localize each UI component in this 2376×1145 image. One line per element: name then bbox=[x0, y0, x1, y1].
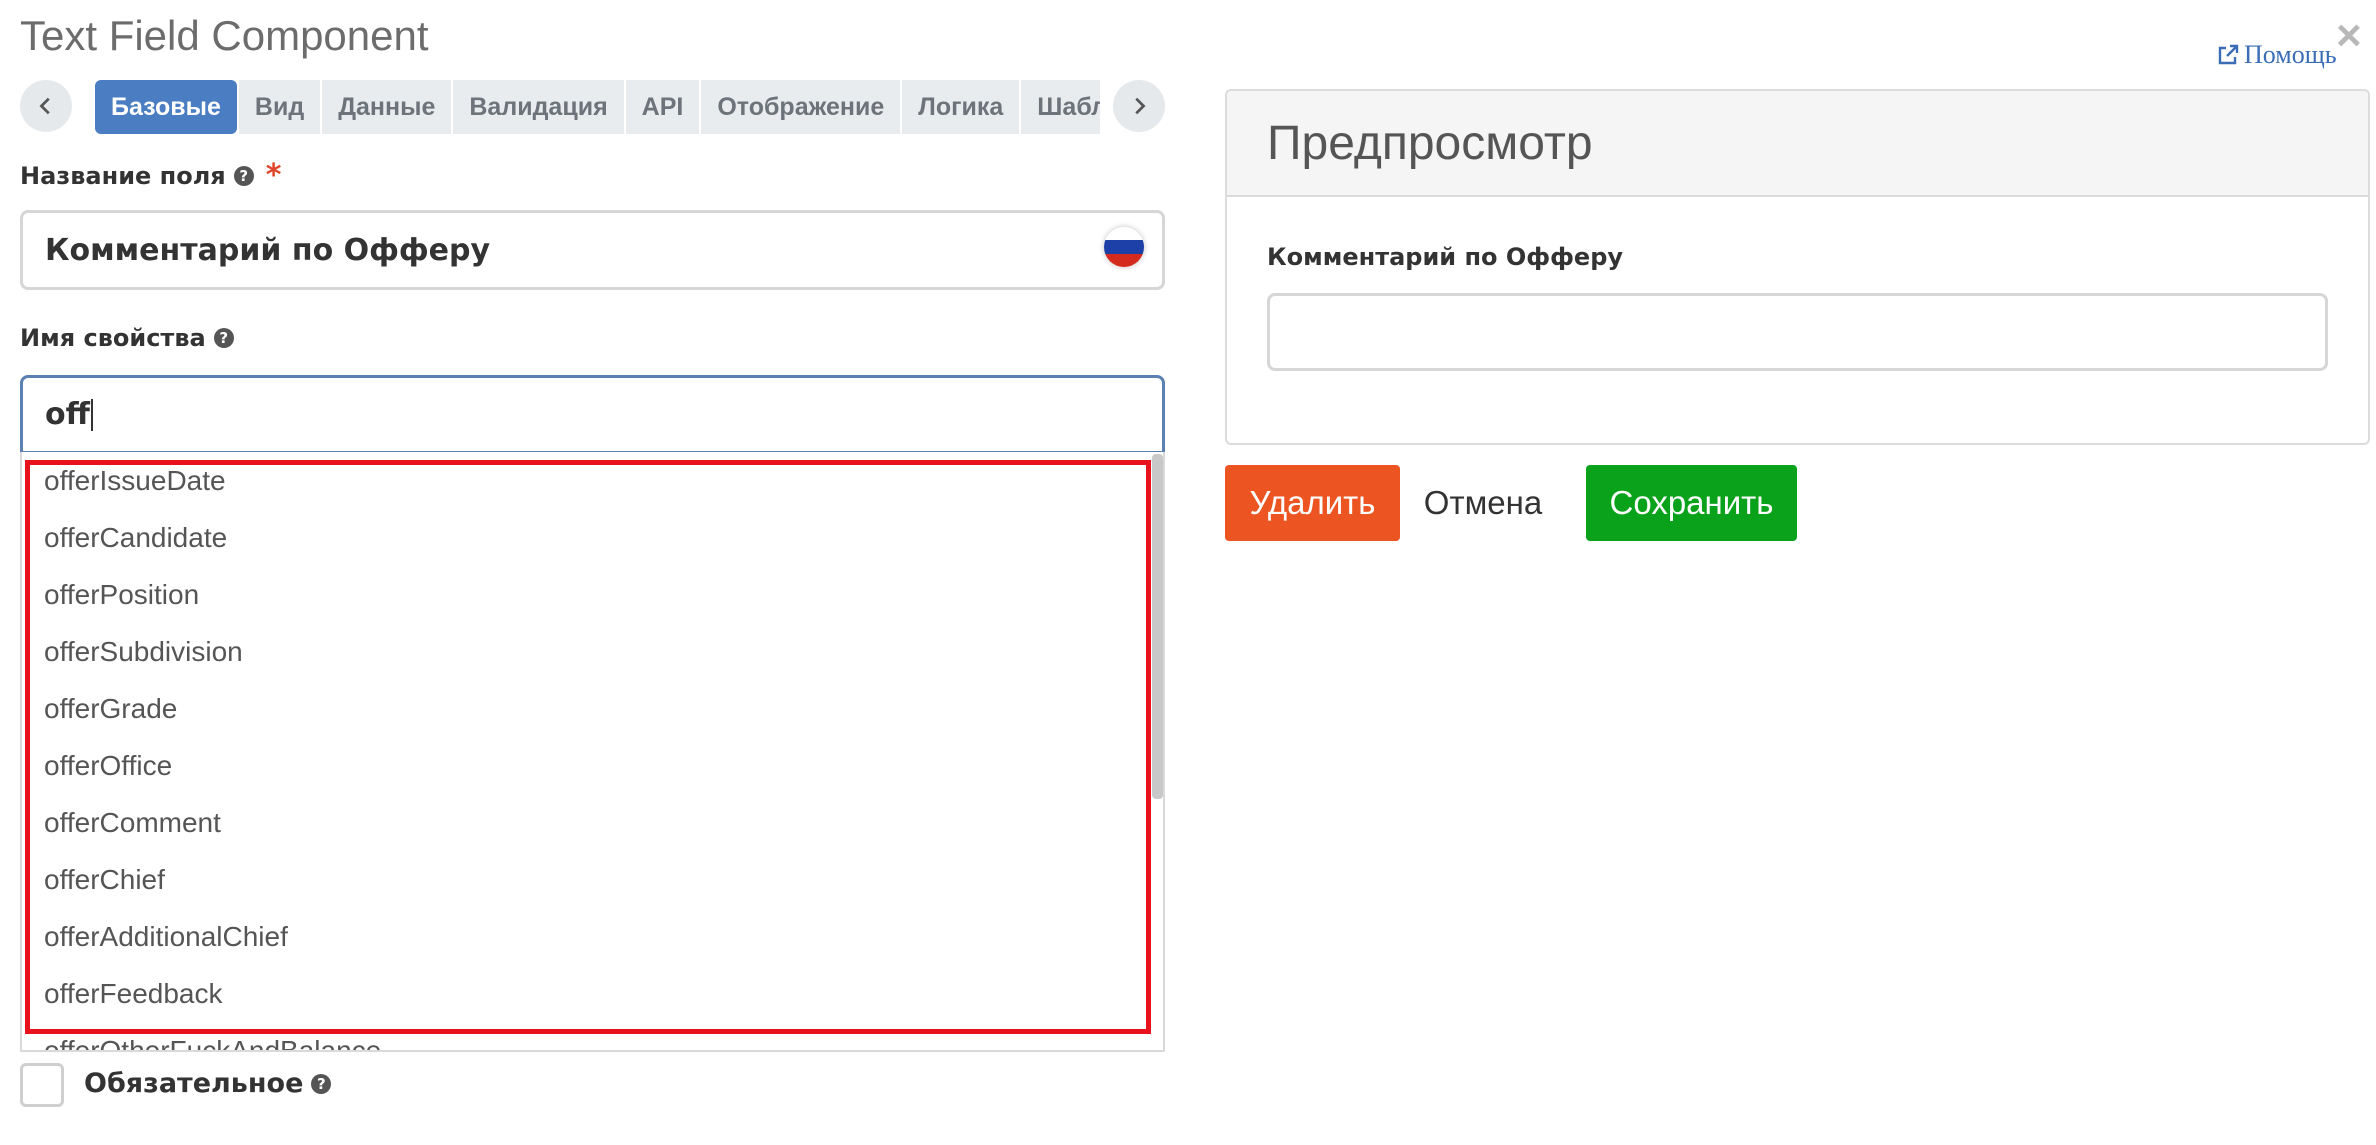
property-name-label: Имя свойства ? bbox=[20, 324, 234, 352]
flag-stripe-red bbox=[1104, 253, 1144, 267]
question-icon[interactable]: ? bbox=[311, 1073, 332, 1094]
tab-display[interactable]: Отображение bbox=[701, 80, 901, 134]
save-button[interactable]: Сохранить bbox=[1586, 465, 1797, 541]
help-link[interactable]: Помощь bbox=[2216, 40, 2337, 70]
property-name-input[interactable]: off bbox=[20, 375, 1165, 454]
tab-data[interactable]: Данные bbox=[322, 80, 452, 134]
list-item[interactable]: offerAdditionalChief bbox=[22, 908, 1163, 965]
question-icon[interactable]: ? bbox=[213, 328, 234, 348]
tab-template[interactable]: Шаблон bbox=[1021, 80, 1100, 134]
cancel-button[interactable]: Отмена bbox=[1408, 465, 1558, 541]
question-icon[interactable]: ? bbox=[233, 165, 254, 186]
russia-flag-icon[interactable] bbox=[1104, 227, 1144, 267]
modal-title: Text Field Component bbox=[20, 12, 429, 59]
preview-title: Предпросмотр bbox=[1227, 91, 2368, 197]
preview-field-input[interactable] bbox=[1267, 293, 2328, 371]
list-item[interactable]: offerIssueDate bbox=[22, 452, 1163, 509]
preview-panel: Предпросмотр Комментарий по Офферу bbox=[1225, 89, 2370, 445]
dropdown-scrollbar[interactable] bbox=[1152, 454, 1163, 799]
list-item[interactable]: offerSubdivision bbox=[22, 623, 1163, 680]
tabs-scroll-right-button[interactable] bbox=[1113, 80, 1165, 132]
delete-button[interactable]: Удалить bbox=[1225, 465, 1400, 541]
autocomplete-dropdown: offerIssueDate offerCandidate offerPosit… bbox=[20, 452, 1165, 1052]
field-name-input[interactable]: Комментарий по Офферу bbox=[20, 210, 1165, 290]
text-caret bbox=[90, 398, 93, 431]
field-name-label: Название поля ? * bbox=[20, 158, 282, 193]
list-item[interactable]: offerCandidate bbox=[22, 509, 1163, 566]
flag-stripe-white bbox=[1104, 227, 1144, 241]
required-checkbox[interactable] bbox=[20, 1063, 64, 1107]
field-name-value: Комментарий по Офферу bbox=[45, 232, 491, 268]
list-item[interactable]: offerOtherFuckAndBalance bbox=[22, 1022, 1163, 1051]
list-item[interactable]: offerChief bbox=[22, 851, 1163, 908]
tab-basic[interactable]: Базовые bbox=[95, 80, 237, 134]
chevron-left-icon bbox=[39, 97, 50, 115]
preview-field-label: Комментарий по Офферу bbox=[1267, 243, 1624, 271]
list-item[interactable]: offerOffice bbox=[22, 737, 1163, 794]
tab-logic[interactable]: Логика bbox=[902, 80, 1020, 134]
tab-bar: Базовые Вид Данные Валидация API Отображ… bbox=[95, 80, 1100, 134]
external-link-icon bbox=[2218, 44, 2239, 65]
required-checkbox-label: Обязательное ? bbox=[84, 1068, 332, 1099]
required-asterisk: * bbox=[265, 158, 282, 193]
list-item[interactable]: offerFeedback bbox=[22, 965, 1163, 1022]
close-icon[interactable]: × bbox=[2336, 14, 2362, 58]
property-name-value: off bbox=[45, 397, 90, 432]
help-link-label: Помощь bbox=[2244, 40, 2337, 69]
chevron-right-icon bbox=[1135, 97, 1146, 115]
list-item[interactable]: offerGrade bbox=[22, 680, 1163, 737]
list-item[interactable]: offerPosition bbox=[22, 566, 1163, 623]
tab-view[interactable]: Вид bbox=[238, 80, 321, 134]
list-item[interactable]: offerComment bbox=[22, 794, 1163, 851]
tab-api[interactable]: API bbox=[625, 80, 700, 134]
tab-validation[interactable]: Валидация bbox=[453, 80, 624, 134]
flag-stripe-blue bbox=[1104, 240, 1144, 254]
tabs-scroll-left-button[interactable] bbox=[20, 80, 72, 132]
